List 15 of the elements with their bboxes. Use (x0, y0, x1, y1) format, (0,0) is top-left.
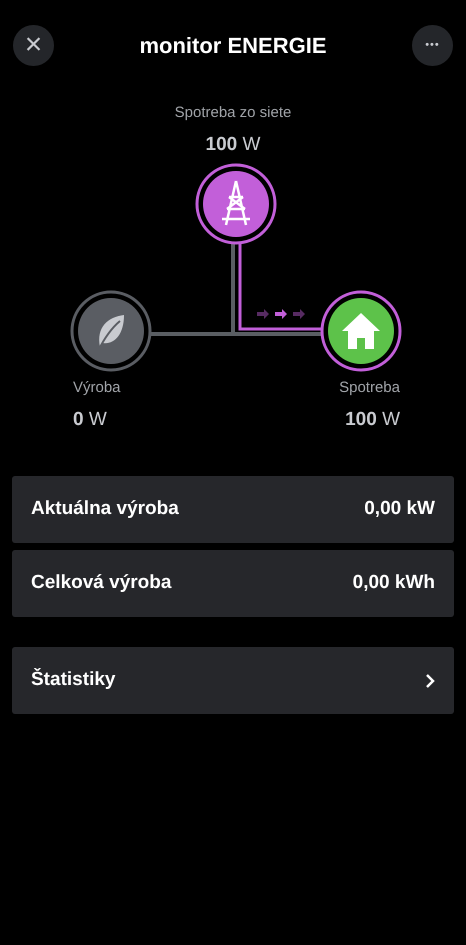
chevron-right-icon (425, 672, 435, 688)
production-reading: 0 W (73, 408, 107, 432)
stat-label: Celková výroba (31, 571, 172, 596)
stat-value: 0,00 kW (364, 497, 435, 522)
close-button[interactable]: × (13, 24, 54, 66)
page-title: monitor ENERGIE (139, 32, 326, 60)
more-button[interactable]: ••• (412, 24, 453, 66)
statistics-button[interactable]: Štatistiky (12, 647, 454, 714)
stat-value: 0,00 kWh (352, 571, 435, 596)
consumption-reading: 100 W (345, 408, 400, 432)
grid-reading: 100 W (206, 132, 260, 156)
production-label: Výroba (73, 378, 121, 398)
consumption-label: Spotreba (339, 378, 400, 398)
stat-label: Aktuálna výroba (31, 497, 179, 522)
grid-label: Spotreba zo siete (174, 103, 292, 123)
